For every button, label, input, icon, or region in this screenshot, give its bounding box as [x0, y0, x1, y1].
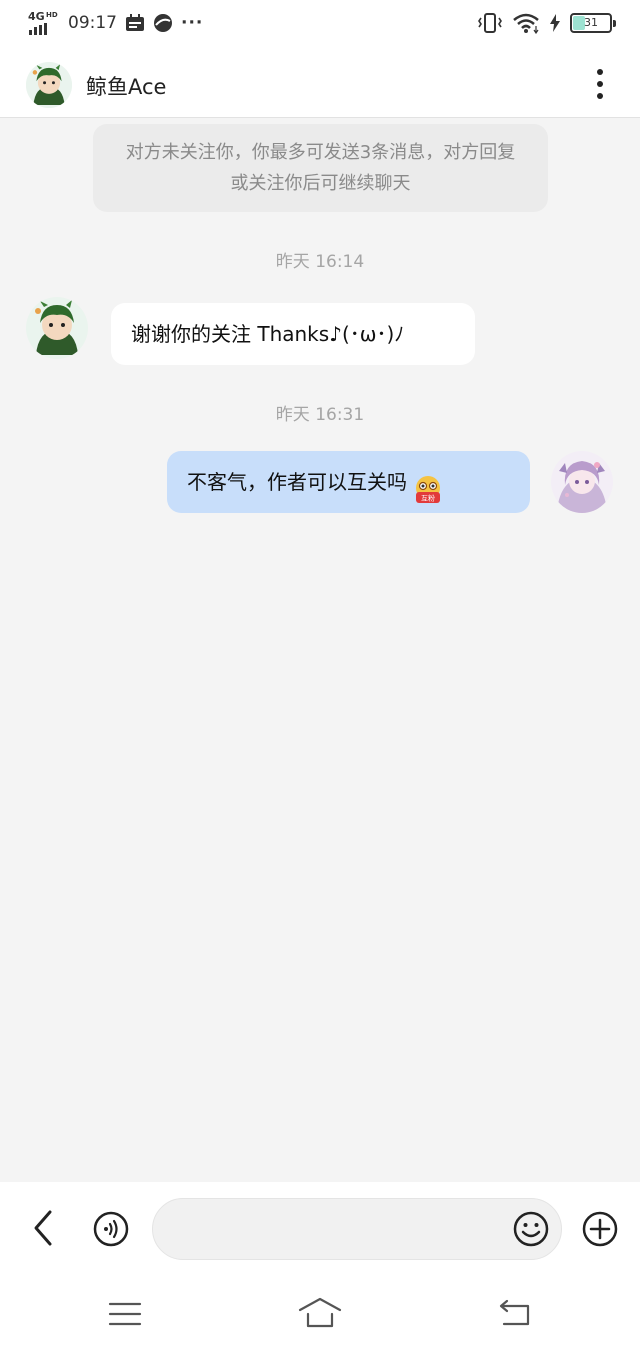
plus-icon[interactable] [582, 1211, 618, 1247]
network-hd: HD [46, 11, 58, 19]
chat-header: 鲸鱼Ace [0, 48, 640, 118]
vibrate-icon [478, 13, 502, 33]
voice-icon[interactable] [93, 1211, 129, 1247]
app-icon [154, 14, 172, 32]
follow-limit-notice: 对方未关注你，你最多可发送3条消息，对方回复或关注你后可继续聊天 [93, 124, 548, 212]
clock: 09:17 [68, 13, 117, 33]
back-icon[interactable] [496, 1298, 532, 1328]
message-input[interactable] [152, 1198, 562, 1260]
sender-avatar[interactable] [26, 297, 88, 359]
message-timestamp: 昨天 16:31 [275, 405, 365, 425]
message-bubble-incoming[interactable]: 谢谢你的关注 Thanks♪(･ω･)ﾉ [111, 303, 475, 365]
battery-level: 31 [584, 16, 598, 29]
more-vertical-icon[interactable] [586, 67, 614, 101]
status-bar: 4G HD 09:17 ··· 31 [0, 0, 640, 48]
message-bubble-outgoing[interactable]: 不客气，作者可以互关吗 互粉 [167, 451, 530, 513]
status-left: 4G HD 09:17 ··· [28, 11, 203, 35]
system-navigation [0, 1276, 640, 1351]
my-avatar[interactable] [551, 451, 613, 513]
signal-icon: 4G HD [28, 11, 60, 35]
network-type: 4G [28, 10, 45, 23]
message-text: 谢谢你的关注 Thanks♪(･ω･)ﾉ [131, 322, 405, 346]
more-notifications: ··· [181, 13, 204, 33]
message-text: 不客气，作者可以互关吗 [187, 470, 407, 494]
input-bar [0, 1182, 640, 1276]
contact-avatar[interactable] [26, 62, 72, 108]
contact-name[interactable]: 鲸鱼Ace [86, 71, 166, 101]
battery-icon: 31 [570, 13, 616, 33]
message-timestamp: 昨天 16:14 [275, 252, 365, 272]
calendar-icon [126, 14, 144, 31]
home-icon[interactable] [297, 1296, 343, 1330]
hufen-sticker-icon: 互粉 [413, 467, 443, 503]
wifi-icon [513, 13, 539, 34]
menu-icon[interactable] [108, 1300, 142, 1328]
emoji-icon[interactable] [513, 1211, 549, 1247]
sticker-label: 互粉 [421, 493, 435, 502]
charging-icon [550, 14, 560, 32]
back-arrow-icon[interactable] [28, 1208, 58, 1248]
status-right: 31 [478, 12, 616, 34]
